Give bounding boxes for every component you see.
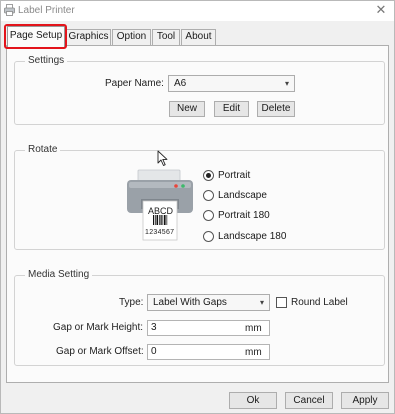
gap-offset-value: 0 — [151, 346, 157, 357]
cancel-button[interactable]: Cancel — [285, 392, 333, 409]
tab-option[interactable]: Option — [112, 29, 151, 45]
radio-landscape-180-label: Landscape 180 — [218, 231, 287, 242]
printer-app-icon — [4, 4, 15, 16]
gap-offset-label: Gap or Mark Offset: — [56, 346, 144, 357]
gap-height-value: 3 — [151, 322, 157, 333]
media-type-value: Label With Gaps — [153, 297, 227, 308]
round-label-text: Round Label — [291, 297, 348, 308]
chevron-down-icon: ▾ — [284, 79, 289, 88]
radio-portrait-label: Portrait — [218, 170, 251, 181]
tab-tool[interactable]: Tool — [152, 29, 180, 45]
radio-portrait-180-label: Portrait 180 — [218, 210, 270, 221]
radio-portrait-circle[interactable] — [203, 170, 214, 181]
new-button[interactable]: New — [169, 101, 205, 117]
round-label-checkbox[interactable] — [276, 297, 287, 308]
rotate-group: Rotate — [14, 144, 385, 250]
rotate-group-title: Rotate — [25, 144, 61, 155]
window-title: Label Printer — [18, 5, 75, 16]
gap-height-unit: mm — [245, 323, 262, 334]
mouse-cursor-icon — [157, 150, 168, 166]
tab-graphics[interactable]: Graphics — [66, 29, 111, 45]
tab-about[interactable]: About — [181, 29, 216, 45]
title-bar: Label Printer ✕ — [1, 1, 394, 21]
radio-landscape-circle[interactable] — [203, 190, 214, 201]
paper-name-value: A6 — [174, 78, 187, 89]
radio-landscape-180-circle[interactable] — [203, 231, 214, 242]
settings-group-title: Settings — [25, 55, 68, 66]
barcode-digits: 1234567 — [145, 229, 175, 236]
radio-landscape-label: Landscape — [218, 190, 267, 201]
label-sample-text: ABCD — [148, 206, 174, 216]
edit-button[interactable]: Edit — [214, 101, 249, 117]
delete-button[interactable]: Delete — [257, 101, 295, 117]
gap-height-label: Gap or Mark Height: — [53, 322, 144, 333]
close-icon[interactable]: ✕ — [370, 1, 392, 19]
media-type-select[interactable]: Label With Gaps ▾ — [147, 294, 270, 311]
apply-button[interactable]: Apply — [341, 392, 389, 409]
paper-name-select[interactable]: A6 ▾ — [168, 75, 295, 92]
type-label: Type: — [119, 297, 144, 308]
chevron-down-icon: ▾ — [259, 298, 264, 307]
label-printer-window: Label Printer ✕ Page Setup Graphics Opti… — [0, 0, 395, 414]
tab-page-setup[interactable]: Page Setup — [7, 26, 65, 47]
gap-offset-unit: mm — [245, 347, 262, 358]
ok-button[interactable]: Ok — [229, 392, 277, 409]
media-setting-group-title: Media Setting — [25, 269, 93, 280]
radio-portrait-180-circle[interactable] — [203, 210, 214, 221]
paper-name-label: Paper Name: — [105, 78, 164, 89]
